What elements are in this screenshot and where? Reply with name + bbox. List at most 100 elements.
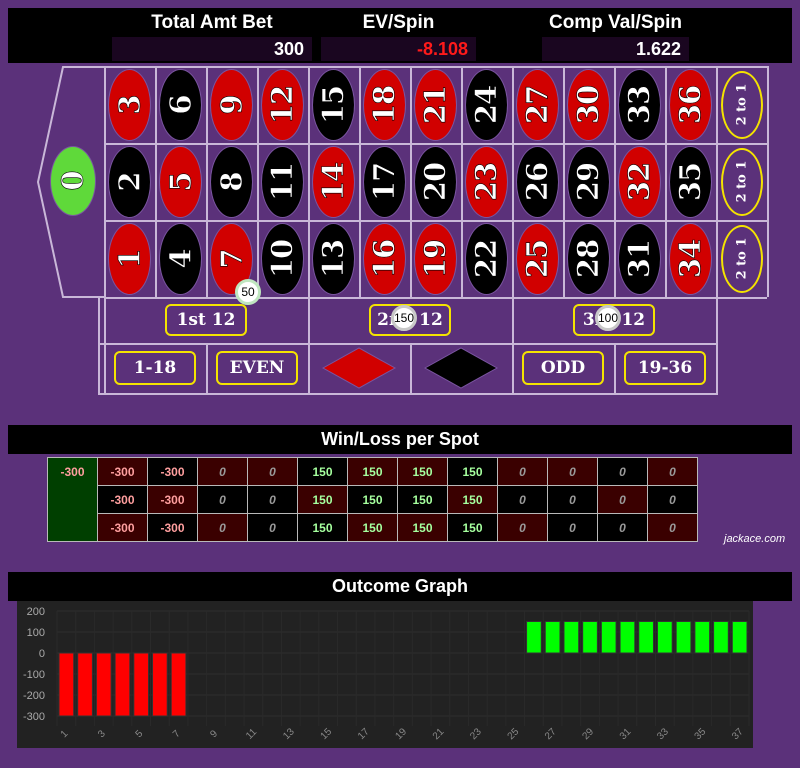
number-spot[interactable]: 27 [512,66,563,143]
number-spot[interactable]: 35 [665,143,716,220]
table-divider [410,66,412,297]
number-spot[interactable]: 3 [104,66,155,143]
number-label: 17 [367,162,402,201]
column-bet-2to1[interactable]: 2 to 1 [716,66,767,143]
number-spot[interactable]: 36 [665,66,716,143]
number-spot[interactable]: 34 [665,220,716,297]
number-spot[interactable]: 20 [410,143,461,220]
table-divider [104,297,106,343]
outside-bet-1-18[interactable]: 1-18 [104,343,206,393]
number-oval: 24 [466,69,507,140]
dozen-bet-1[interactable]: 1st 12 [104,297,308,343]
number-spot[interactable]: 19 [410,220,461,297]
winloss-cell: 0 [247,457,298,486]
outcome-bar [133,652,150,717]
number-spot[interactable]: 11 [257,143,308,220]
number-spot[interactable]: 31 [614,220,665,297]
column-bet-2to1[interactable]: 2 to 1 [716,143,767,220]
number-spot[interactable]: 4 [155,220,206,297]
winloss-cell: 0 [497,485,548,514]
number-spot[interactable]: 16 [359,220,410,297]
comp-val-spin-value: 1.622 [542,37,689,61]
number-spot[interactable]: 6 [155,66,206,143]
number-oval: 23 [466,146,507,217]
number-spot[interactable]: 26 [512,143,563,220]
number-oval: 26 [517,146,558,217]
black-bet[interactable] [410,343,512,393]
ev-spin-value: -8.108 [321,37,476,61]
number-label: 8 [214,171,249,192]
winloss-cell: 0 [497,457,548,486]
number-spot[interactable]: 17 [359,143,410,220]
number-spot[interactable]: 30 [563,66,614,143]
winloss-title: Win/Loss per Spot [8,425,792,454]
outcome-bar [731,621,748,654]
winloss-cell: 0 [497,513,548,542]
bet-chip[interactable]: 100 [595,305,621,331]
table-divider [206,343,208,395]
outside-bet-odd[interactable]: ODD [512,343,614,393]
number-spot[interactable]: 28 [563,220,614,297]
number-spot[interactable]: 23 [461,143,512,220]
number-spot[interactable]: 21 [410,66,461,143]
y-tick-label: -100 [23,669,45,681]
number-spot[interactable]: 22 [461,220,512,297]
number-spot[interactable]: 9 [206,66,257,143]
number-spot[interactable]: 24 [461,66,512,143]
table-divider [716,297,718,343]
number-oval: 25 [517,223,558,294]
winloss-cell: 0 [547,457,598,486]
outcome-bar [58,652,75,717]
number-oval: 10 [262,223,303,294]
number-spot[interactable]: 18 [359,66,410,143]
number-oval: 34 [670,223,711,294]
column-bet-2to1[interactable]: 2 to 1 [716,220,767,297]
number-spot[interactable]: 2 [104,143,155,220]
ev-spin-stat: EV/Spin -8.108 [321,8,476,61]
ev-spin-label: EV/Spin [362,12,435,33]
winloss-cell: 150 [347,513,398,542]
total-amt-bet-stat: Total Amt Bet 300 [112,8,312,61]
number-spot[interactable]: 1 [104,220,155,297]
outcome-bar [600,621,617,654]
number-oval: 1 [109,223,150,294]
number-spot[interactable]: 29 [563,143,614,220]
outcome-bar [694,621,711,654]
number-spot[interactable]: 33 [614,66,665,143]
brand-link[interactable]: jackace.com [724,533,785,545]
number-oval: 20 [415,146,456,217]
table-divider [359,66,361,297]
number-spot[interactable]: 8 [206,143,257,220]
number-oval: 3 [109,69,150,140]
number-spot-0[interactable]: 0 [48,146,98,216]
outcome-bar [563,621,580,654]
number-spot[interactable]: 5 [155,143,206,220]
table-divider [767,66,769,297]
table-divider [512,297,514,343]
number-oval: 12 [262,69,303,140]
y-tick-label: 0 [39,648,45,660]
number-spot[interactable]: 12 [257,66,308,143]
number-label: 19 [418,239,453,278]
number-spot[interactable]: 10 [257,220,308,297]
stats-header: Total Amt Bet 300 EV/Spin -8.108 Comp Va… [8,8,792,63]
bet-chip[interactable]: 150 [391,305,417,331]
number-spot[interactable]: 14 [308,143,359,220]
number-oval: 29 [568,146,609,217]
column-bet-label: 2 to 1 [734,160,750,203]
number-spot[interactable]: 13 [308,220,359,297]
bet-chip[interactable]: 50 [235,279,261,305]
number-spot[interactable]: 15 [308,66,359,143]
x-tick-label: 3 [96,728,108,740]
number-label: 6 [163,94,198,115]
outside-bet-even[interactable]: EVEN [206,343,308,393]
outside-bet-19-36[interactable]: 19-36 [614,343,716,393]
number-spot[interactable]: 32 [614,143,665,220]
number-label: 36 [673,85,708,124]
winloss-cell: 150 [397,457,448,486]
winloss-cell: -300 [147,457,198,486]
outcome-bar [544,621,561,654]
x-tick-label: 25 [506,726,522,742]
number-spot[interactable]: 25 [512,220,563,297]
red-bet[interactable] [308,343,410,393]
